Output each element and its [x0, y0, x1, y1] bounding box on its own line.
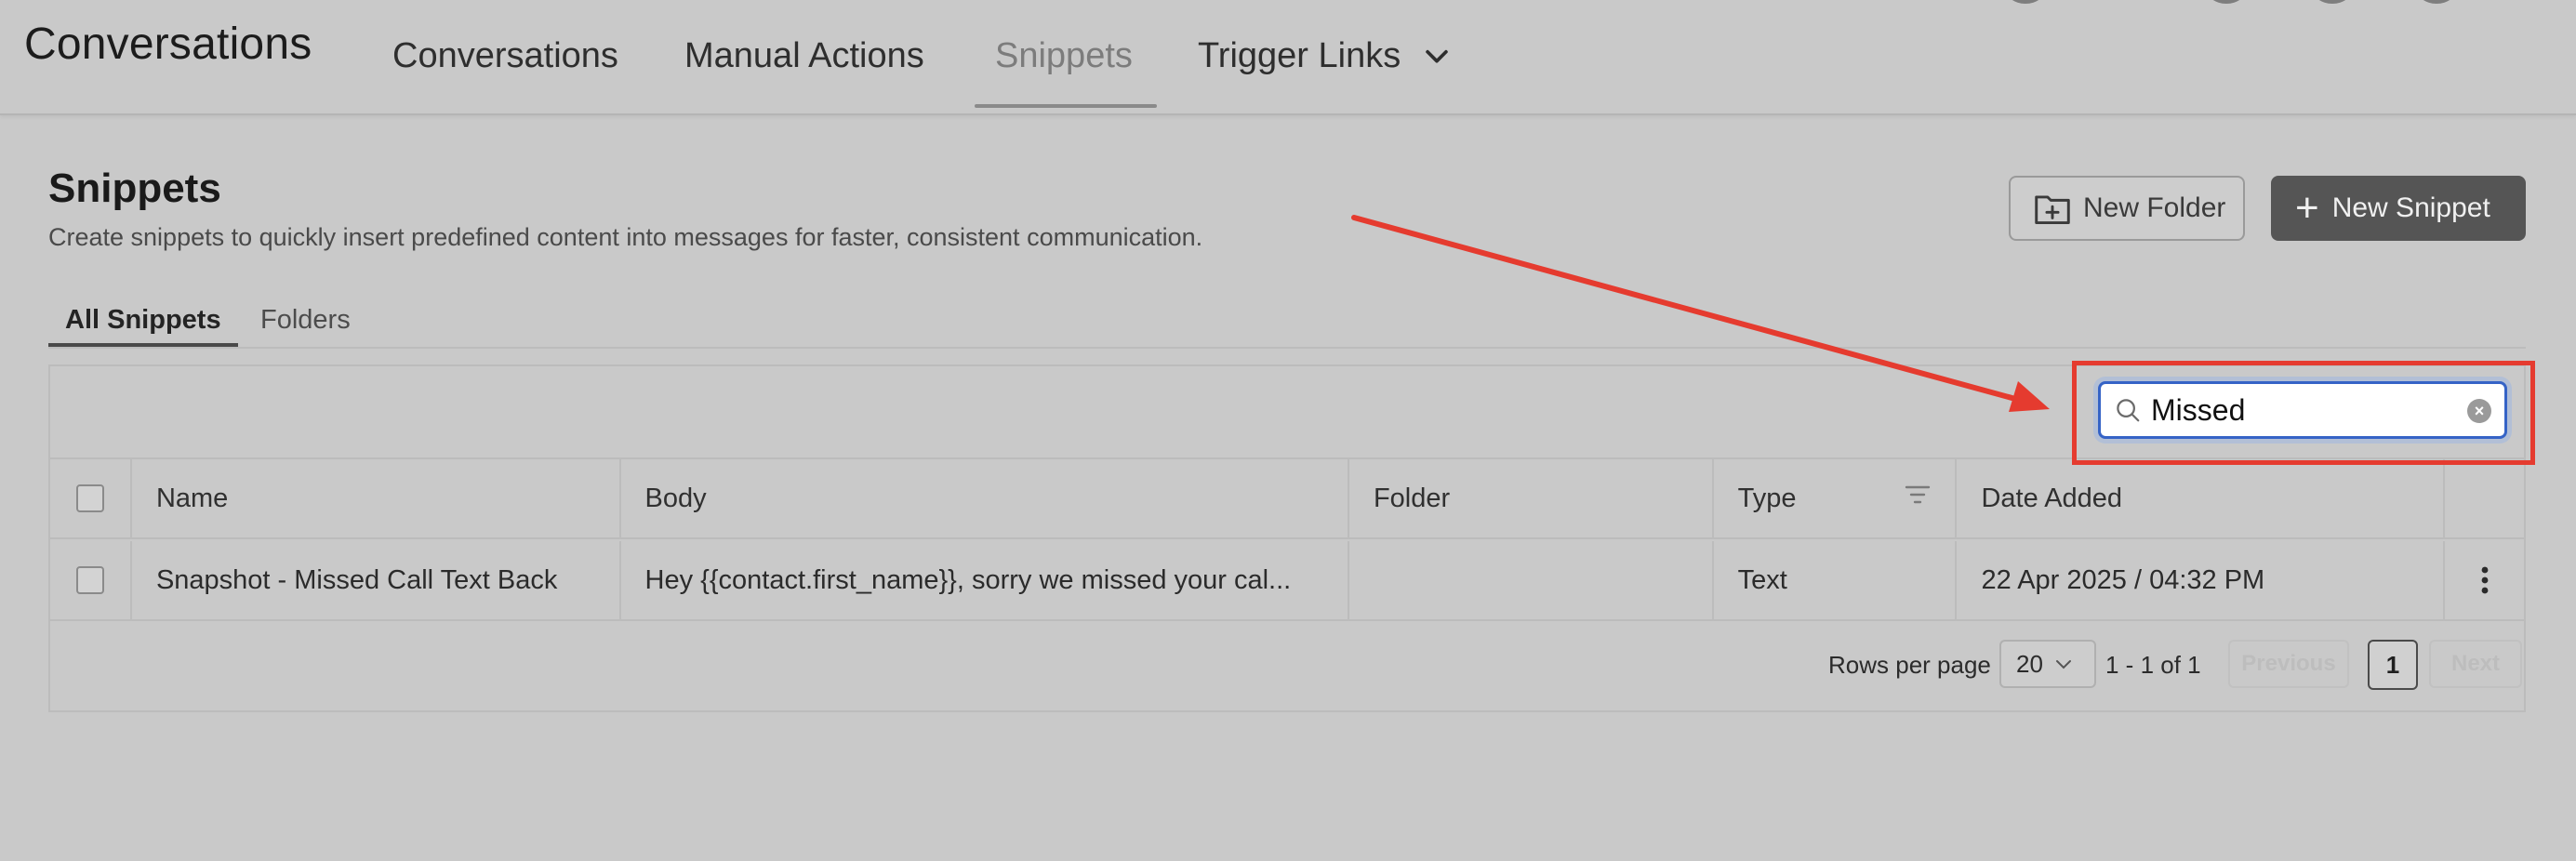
select-all-cell — [50, 459, 132, 537]
snippet-name[interactable]: Snapshot - Missed Call Text Back — [132, 541, 621, 619]
chevron-down-icon — [2055, 660, 2071, 669]
row-checkbox[interactable] — [75, 566, 104, 594]
rows-per-page-label: Rows per page — [1828, 651, 1991, 679]
snippet-date-added: 22 Apr 2025 / 04:32 PM — [1957, 541, 2446, 619]
search-field[interactable]: × — [2098, 381, 2507, 439]
pagination-range: 1 - 1 of 1 — [2105, 651, 2201, 679]
rows-per-page-select[interactable]: 20 — [1999, 640, 2096, 688]
column-header-body[interactable]: Body — [621, 459, 1349, 537]
search-icon — [2117, 399, 2140, 422]
new-folder-label: New Folder — [2083, 192, 2226, 223]
previous-page-button[interactable]: Previous — [2228, 640, 2349, 688]
subtab-all-snippets[interactable]: All Snippets — [65, 305, 221, 336]
subtab-active-indicator — [48, 343, 238, 347]
nav-tab-conversations[interactable]: Conversations — [392, 28, 618, 84]
nav-tab-trigger-links[interactable]: Trigger Links — [1198, 28, 1453, 84]
table-row[interactable]: Snapshot - Missed Call Text Back Hey {{c… — [50, 541, 2524, 621]
row-actions-cell — [2445, 541, 2524, 619]
header-icon[interactable] — [2206, 0, 2247, 4]
nav-tab-snippets[interactable]: Snippets — [995, 28, 1133, 84]
filter-icon[interactable] — [1905, 483, 1931, 506]
subtab-divider — [48, 347, 2526, 349]
nav-tab-trigger-links-label: Trigger Links — [1198, 35, 1401, 75]
folder-plus-icon — [2035, 195, 2070, 225]
new-folder-button[interactable]: New Folder — [2009, 176, 2245, 241]
page-number-button[interactable]: 1 — [2368, 640, 2418, 690]
table-header-row: Name Body Folder Type Date Added — [50, 459, 2524, 539]
app-title: Conversations — [24, 20, 312, 69]
nav-tab-manual-actions[interactable]: Manual Actions — [684, 28, 924, 84]
pagination: Rows per page 20 1 - 1 of 1 Previous 1 N… — [50, 621, 2524, 712]
chevron-down-icon — [1426, 49, 1448, 63]
column-header-actions — [2445, 459, 2524, 537]
column-header-date-added[interactable]: Date Added — [1957, 459, 2446, 537]
new-snippet-label: New Snippet — [2331, 192, 2490, 223]
snippet-type: Text — [1714, 541, 1958, 619]
snippet-body: Hey {{contact.first_name}}, sorry we mis… — [621, 541, 1349, 619]
select-all-checkbox[interactable] — [75, 484, 104, 512]
new-snippet-button[interactable]: + New Snippet — [2271, 176, 2526, 241]
more-vertical-icon[interactable] — [2480, 565, 2490, 595]
active-tab-indicator — [975, 104, 1157, 108]
header-icon[interactable] — [2312, 0, 2353, 4]
column-header-type[interactable]: Type — [1714, 459, 1958, 537]
page-title: Snippets — [48, 166, 221, 211]
header-icon[interactable] — [2416, 0, 2457, 4]
subtab-folders[interactable]: Folders — [260, 305, 351, 336]
plus-icon: + — [2295, 185, 2319, 231]
snippet-folder — [1349, 541, 1714, 619]
rows-per-page-value: 20 — [2016, 649, 2043, 678]
top-nav-bar: Conversations Conversations Manual Actio… — [0, 0, 2576, 115]
search-input[interactable] — [2151, 392, 2467, 428]
row-select-cell — [50, 541, 132, 619]
page-description: Create snippets to quickly insert predef… — [48, 223, 1203, 251]
next-page-button[interactable]: Next — [2429, 640, 2522, 688]
header-icon[interactable] — [2005, 0, 2046, 4]
column-header-name[interactable]: Name — [132, 459, 621, 537]
column-header-type-label: Type — [1737, 483, 1797, 513]
clear-search-icon[interactable]: × — [2467, 399, 2491, 423]
column-header-folder[interactable]: Folder — [1349, 459, 1714, 537]
